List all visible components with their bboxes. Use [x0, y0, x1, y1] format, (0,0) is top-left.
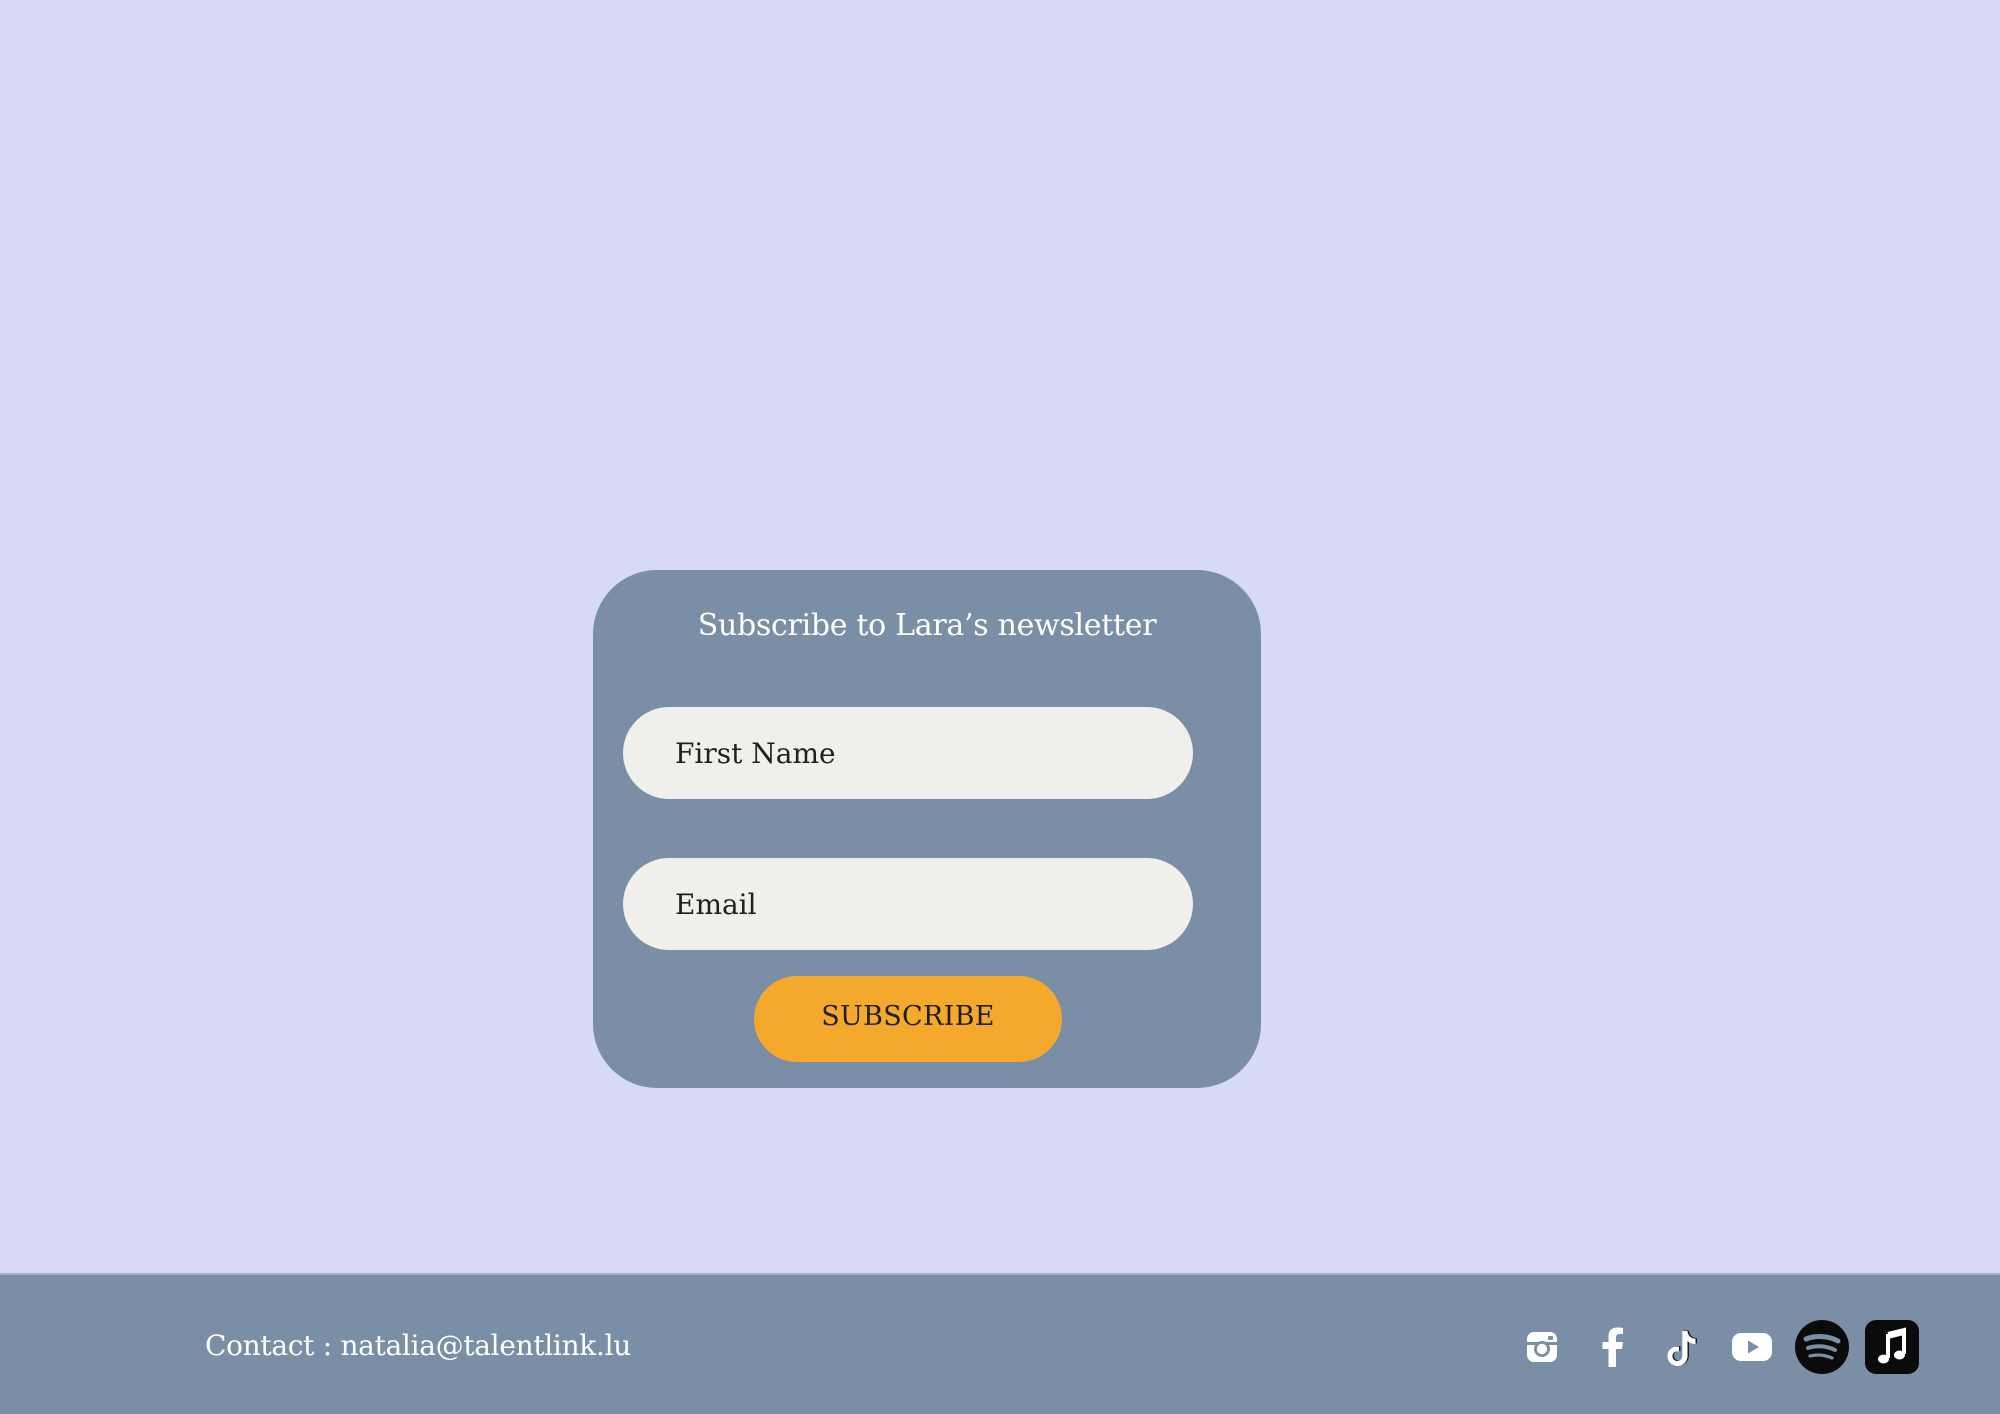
- facebook-icon[interactable]: [1584, 1319, 1640, 1375]
- social-links: [1500, 1319, 1920, 1375]
- apple-music-icon[interactable]: [1864, 1319, 1920, 1375]
- contact-label: Contact :: [205, 1329, 341, 1362]
- footer: Contact : natalia@talentlink.lu: [0, 1273, 2000, 1414]
- first-name-input[interactable]: [673, 735, 1193, 771]
- email-field-wrapper[interactable]: [623, 858, 1193, 950]
- instagram-icon[interactable]: [1514, 1319, 1570, 1375]
- newsletter-title: Subscribe to Lara’s newsletter: [697, 608, 1157, 643]
- spotify-icon[interactable]: [1794, 1319, 1850, 1375]
- contact-info: Contact : natalia@talentlink.lu: [205, 1329, 631, 1362]
- first-name-field-wrapper[interactable]: [623, 707, 1193, 799]
- newsletter-card: Subscribe to Lara’s newsletter SUBSCRIBE: [593, 570, 1261, 1088]
- email-input[interactable]: [673, 886, 1193, 922]
- youtube-icon[interactable]: [1724, 1319, 1780, 1375]
- subscribe-button[interactable]: SUBSCRIBE: [754, 976, 1062, 1062]
- tiktok-icon[interactable]: [1654, 1319, 1710, 1375]
- contact-email-link[interactable]: natalia@talentlink.lu: [340, 1329, 631, 1362]
